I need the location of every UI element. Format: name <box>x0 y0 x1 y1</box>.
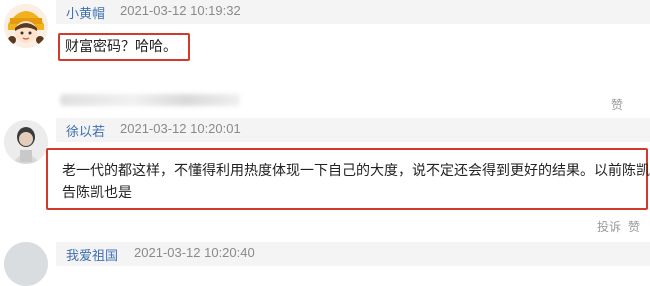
comment-text-line: 老一代的都这样，不懂得利用热度体现一下自己的大度，说不定还会得到更好的结果。以前… <box>62 163 650 179</box>
comment-text-highlight: 老一代的都这样，不懂得利用热度体现一下自己的大度，说不定还会得到更好的结果。以前… <box>46 148 650 210</box>
like-button[interactable]: 赞 <box>628 218 640 235</box>
comment-timestamp: 2021-03-12 10:20:01 <box>120 121 241 136</box>
username-link[interactable]: 徐以若 <box>66 121 105 140</box>
comment-meta: 我爱祖国 2021-03-12 10:20:40 <box>56 242 650 266</box>
comment-text: 财富密码？哈哈。 <box>65 39 177 55</box>
avatar[interactable] <box>4 120 48 164</box>
avatar[interactable] <box>4 4 48 48</box>
avatar[interactable] <box>4 242 48 286</box>
comment-item: 徐以若 2021-03-12 10:20:01 老一代的都这样，不懂得利用热度体… <box>0 118 650 238</box>
report-button[interactable]: 投诉 <box>597 218 621 235</box>
like-button[interactable]: 赞 <box>611 96 623 113</box>
comment-meta: 徐以若 2021-03-12 10:20:01 <box>56 118 650 142</box>
comment-timestamp: 2021-03-12 10:20:40 <box>134 245 255 260</box>
username-link[interactable]: 小黄帽 <box>66 3 105 22</box>
person-avatar-icon <box>4 242 48 286</box>
comment-meta: 小黄帽 2021-03-12 10:19:32 <box>56 0 650 24</box>
username-link[interactable]: 我爱祖国 <box>66 245 118 264</box>
person-photo-avatar-icon <box>4 120 48 164</box>
comment-text-line: 告陈凯也是 <box>62 185 132 201</box>
comment-text-highlight: 财富密码？哈哈。 <box>58 33 190 61</box>
comment-item: 我爱祖国 2021-03-12 10:20:40 <box>0 238 650 286</box>
comment-timestamp: 2021-03-12 10:19:32 <box>120 3 241 18</box>
cartoon-girl-avatar-icon <box>4 4 48 48</box>
comment-item: 小黄帽 2021-03-12 10:19:32 财富密码？哈哈。 赞 <box>0 0 650 118</box>
blurred-content <box>60 94 240 106</box>
